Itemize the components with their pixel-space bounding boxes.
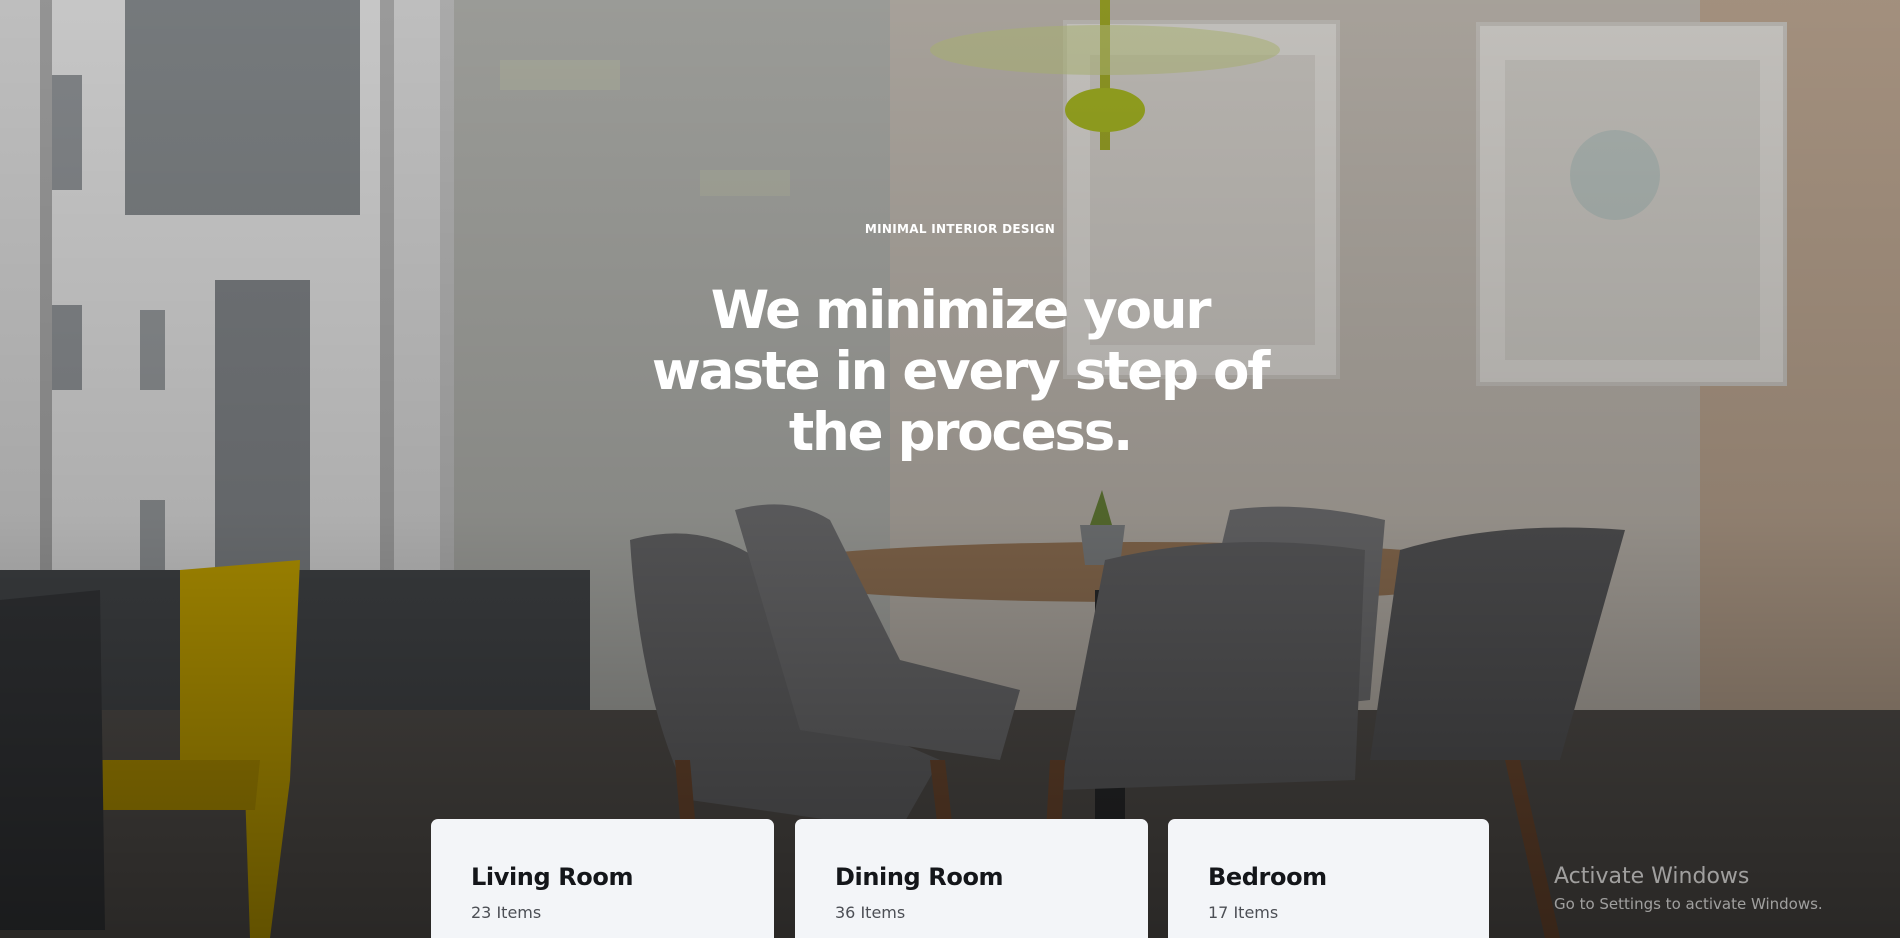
hero-headline-line: waste in every step of — [651, 341, 1270, 402]
hero-overlay — [0, 0, 1900, 938]
category-card-living-room[interactable]: Living Room 23 Items — [431, 819, 774, 938]
hero-eyebrow: MINIMAL INTERIOR DESIGN — [864, 222, 1056, 236]
hero-headline-line: We minimize your — [710, 280, 1212, 341]
category-card-title: Bedroom — [1208, 863, 1327, 891]
hero-section: MINIMAL INTERIOR DESIGN We minimize your… — [0, 0, 1900, 938]
category-card-dining-room[interactable]: Dining Room 36 Items — [795, 819, 1148, 938]
category-card-count: 36 Items — [835, 903, 906, 922]
hero-headline-line: the process. — [788, 402, 1133, 463]
watermark-title: Activate Windows — [1554, 864, 1750, 889]
category-card-title: Living Room — [471, 863, 634, 891]
category-card-title: Dining Room — [835, 863, 1004, 891]
hero-headline: We minimize your waste in every step of … — [560, 280, 1360, 463]
windows-activation-watermark: Activate Windows Go to Settings to activ… — [1554, 864, 1823, 913]
category-card-count: 17 Items — [1208, 903, 1279, 922]
watermark-subtitle: Go to Settings to activate Windows. — [1554, 895, 1823, 913]
category-card-count: 23 Items — [471, 903, 542, 922]
category-card-bedroom[interactable]: Bedroom 17 Items — [1168, 819, 1489, 938]
